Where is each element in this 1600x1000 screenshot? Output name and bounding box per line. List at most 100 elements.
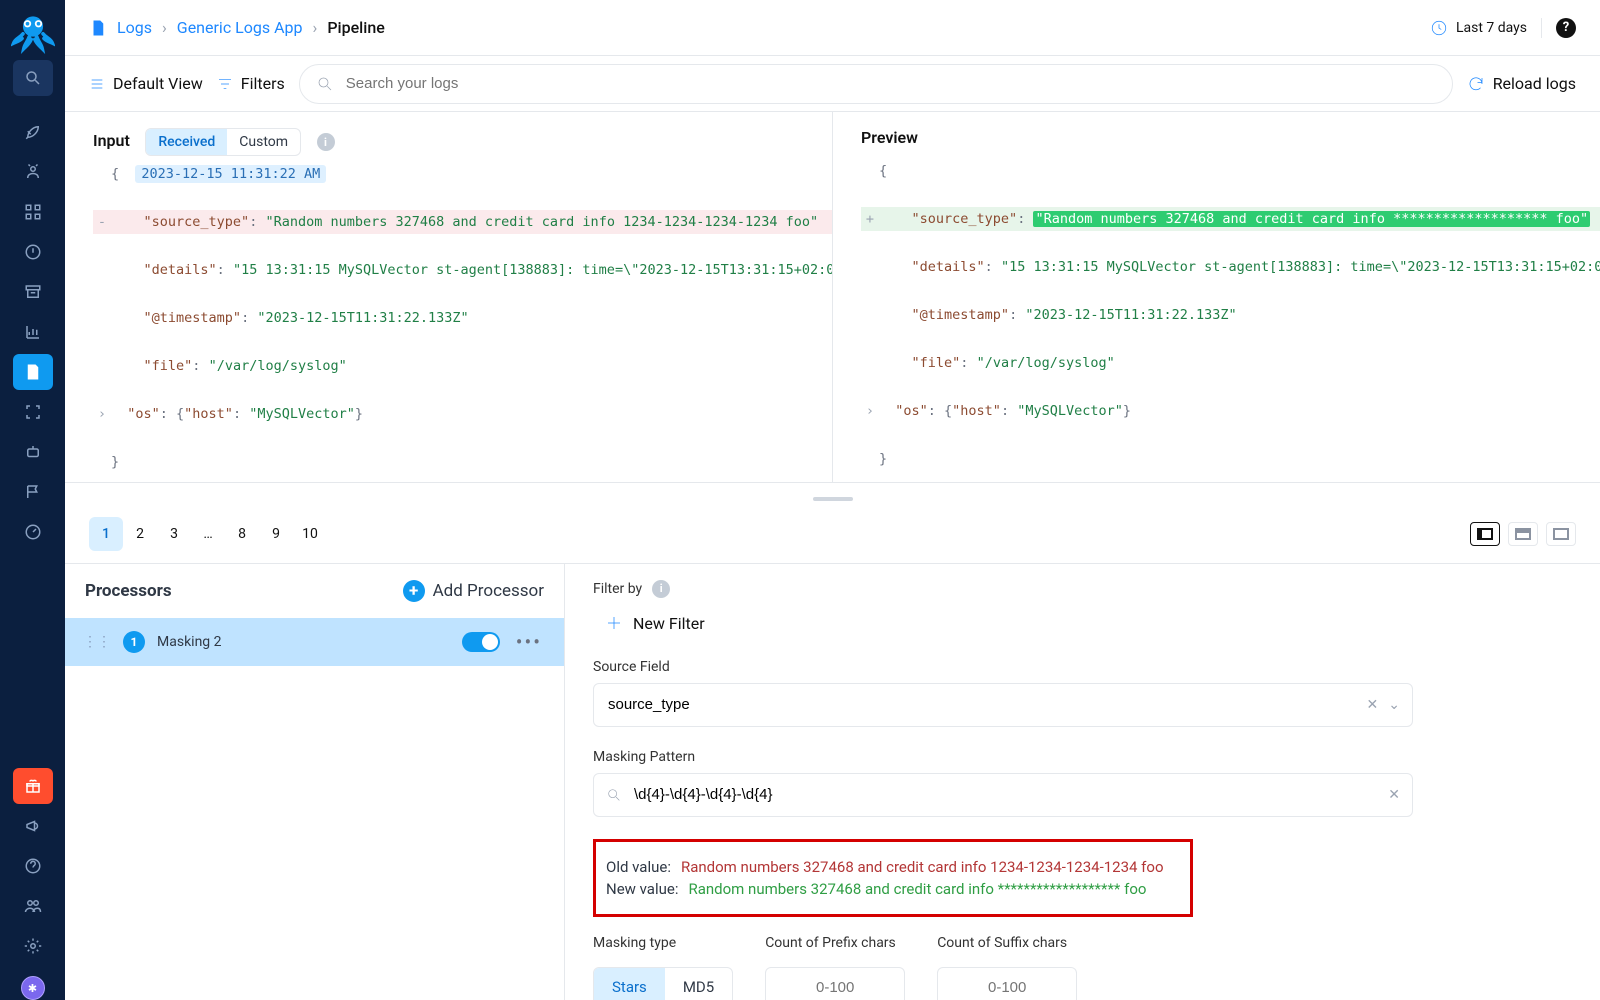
masking-type-md5[interactable]: MD5: [665, 968, 732, 1000]
layout-full-icon[interactable]: [1546, 522, 1576, 546]
flag-icon[interactable]: [13, 474, 53, 510]
masking-type-label: Masking type: [593, 935, 733, 951]
alert-icon[interactable]: [13, 234, 53, 270]
pager-row: 1 2 3 … 8 9 10: [65, 505, 1600, 564]
menu-icon: [89, 76, 105, 92]
page-9[interactable]: 9: [259, 517, 293, 551]
divider: [1541, 18, 1542, 38]
default-view-label: Default View: [113, 74, 203, 93]
grid-icon[interactable]: [13, 194, 53, 230]
search-input[interactable]: [344, 74, 1436, 93]
page-8[interactable]: 8: [225, 517, 259, 551]
search-icon: [316, 75, 334, 93]
diff-panes: Input Received Custom i { 2023-12-15 11:…: [65, 112, 1600, 483]
processor-details: Filter by i New Filter Source Field ✕ ⌄ …: [565, 564, 1600, 1000]
gift-icon[interactable]: [13, 768, 53, 804]
crumb-app[interactable]: Generic Logs App: [177, 18, 303, 37]
page-1[interactable]: 1: [89, 517, 123, 551]
resize-handle[interactable]: [65, 489, 1600, 505]
input-tabs: Received Custom: [145, 128, 301, 156]
input-pane-title: Input: [93, 131, 130, 150]
time-range-picker[interactable]: Last 7 days: [1430, 19, 1527, 37]
default-view-menu[interactable]: Default View: [89, 74, 203, 93]
chevron-down-icon[interactable]: ⌄: [1388, 697, 1400, 713]
filters-label: Filters: [241, 74, 285, 93]
preview-pane-title: Preview: [861, 128, 918, 147]
input-pane: Input Received Custom i { 2023-12-15 11:…: [65, 112, 832, 482]
clear-icon[interactable]: ✕: [1367, 697, 1379, 713]
chevron-right-icon: ›: [162, 18, 167, 37]
breadcrumb: Logs › Generic Logs App › Pipeline Last …: [65, 0, 1600, 56]
crumb-page: Pipeline: [327, 18, 384, 37]
info-icon[interactable]: i: [317, 133, 335, 151]
announce-icon[interactable]: [13, 808, 53, 844]
processor-toggle[interactable]: [462, 632, 500, 652]
processor-name: Masking 2: [157, 634, 222, 650]
filter-by-label: Filter by i: [593, 580, 1572, 598]
logs-icon[interactable]: [13, 354, 53, 390]
source-field-select[interactable]: ✕ ⌄: [593, 683, 1413, 727]
new-value: Random numbers 327468 and credit card in…: [688, 880, 1146, 898]
tab-custom[interactable]: Custom: [227, 129, 300, 155]
old-value: Random numbers 327468 and credit card in…: [681, 858, 1164, 876]
bot-icon[interactable]: [13, 434, 53, 470]
archive-icon[interactable]: [13, 274, 53, 310]
timestamp-tag: 2023-12-15 11:31:22 AM: [135, 165, 326, 183]
layout-topbar-icon[interactable]: [1508, 522, 1538, 546]
chart-icon[interactable]: [13, 314, 53, 350]
gauge-icon[interactable]: [13, 514, 53, 550]
filters-menu[interactable]: Filters: [217, 74, 285, 93]
info-icon[interactable]: i: [652, 580, 670, 598]
source-field-input[interactable]: [606, 695, 1357, 714]
tab-received[interactable]: Received: [146, 129, 227, 155]
new-filter-button[interactable]: New Filter: [593, 606, 1572, 641]
drag-icon[interactable]: ⋮⋮: [83, 634, 111, 650]
clear-icon[interactable]: ✕: [1388, 787, 1400, 803]
file-icon: [89, 19, 107, 37]
crumb-logs[interactable]: Logs: [117, 18, 152, 37]
new-filter-label: New Filter: [633, 614, 705, 633]
help-button[interactable]: ?: [1556, 18, 1576, 38]
source-field-label: Source Field: [593, 659, 1413, 675]
toolbar: Default View Filters Reload logs: [65, 56, 1600, 112]
masking-type-group: Stars MD5: [593, 967, 733, 1000]
preview-pane: Preview { + "source_type": "Random numbe…: [832, 112, 1600, 482]
rocket-icon[interactable]: [13, 114, 53, 150]
masking-pattern-label: Masking Pattern: [593, 749, 1413, 765]
team-icon[interactable]: [13, 888, 53, 924]
masking-type-stars[interactable]: Stars: [594, 968, 665, 1000]
value-preview-callout: Old value: Random numbers 327468 and cre…: [593, 839, 1193, 917]
processor-item[interactable]: ⋮⋮ 1 Masking 2 •••: [65, 618, 564, 666]
product-logo: [9, 8, 57, 56]
lower-panes: Processors + Add Processor ⋮⋮ 1 Masking …: [65, 564, 1600, 1000]
settings-icon[interactable]: [13, 928, 53, 964]
reload-button[interactable]: Reload logs: [1467, 74, 1576, 93]
preview-json: { + "source_type": "Random numbers 32746…: [861, 159, 1600, 471]
scan-icon[interactable]: [13, 394, 53, 430]
clock-icon: [1430, 19, 1448, 37]
masking-pattern-field[interactable]: ✕: [593, 773, 1413, 817]
search-icon[interactable]: [13, 60, 53, 96]
search-input-wrapper[interactable]: [299, 64, 1453, 104]
reload-icon: [1467, 75, 1485, 93]
avatar[interactable]: ✱: [21, 976, 45, 1000]
page-3[interactable]: 3: [157, 517, 191, 551]
page-2[interactable]: 2: [123, 517, 157, 551]
masking-pattern-input[interactable]: [632, 785, 1378, 804]
reload-label: Reload logs: [1493, 74, 1576, 93]
suffix-input[interactable]: [938, 978, 1076, 997]
agent-icon[interactable]: [13, 154, 53, 190]
prefix-input[interactable]: [766, 978, 904, 997]
layout-sidebar-icon[interactable]: [1470, 522, 1500, 546]
add-processor-button[interactable]: + Add Processor: [403, 580, 544, 602]
search-icon: [606, 787, 622, 803]
input-json: { 2023-12-15 11:31:22 AM - "source_type"…: [93, 162, 832, 474]
help-icon[interactable]: [13, 848, 53, 884]
prefix-label: Count of Prefix chars: [765, 935, 905, 951]
masking-type-row: Masking type Stars MD5 Count of Prefix c…: [593, 935, 1572, 1000]
plus-icon: +: [403, 580, 425, 602]
page-10[interactable]: 10: [293, 517, 327, 551]
chevron-right-icon: ›: [313, 18, 318, 37]
more-icon[interactable]: •••: [512, 630, 546, 654]
add-processor-label: Add Processor: [433, 581, 544, 601]
